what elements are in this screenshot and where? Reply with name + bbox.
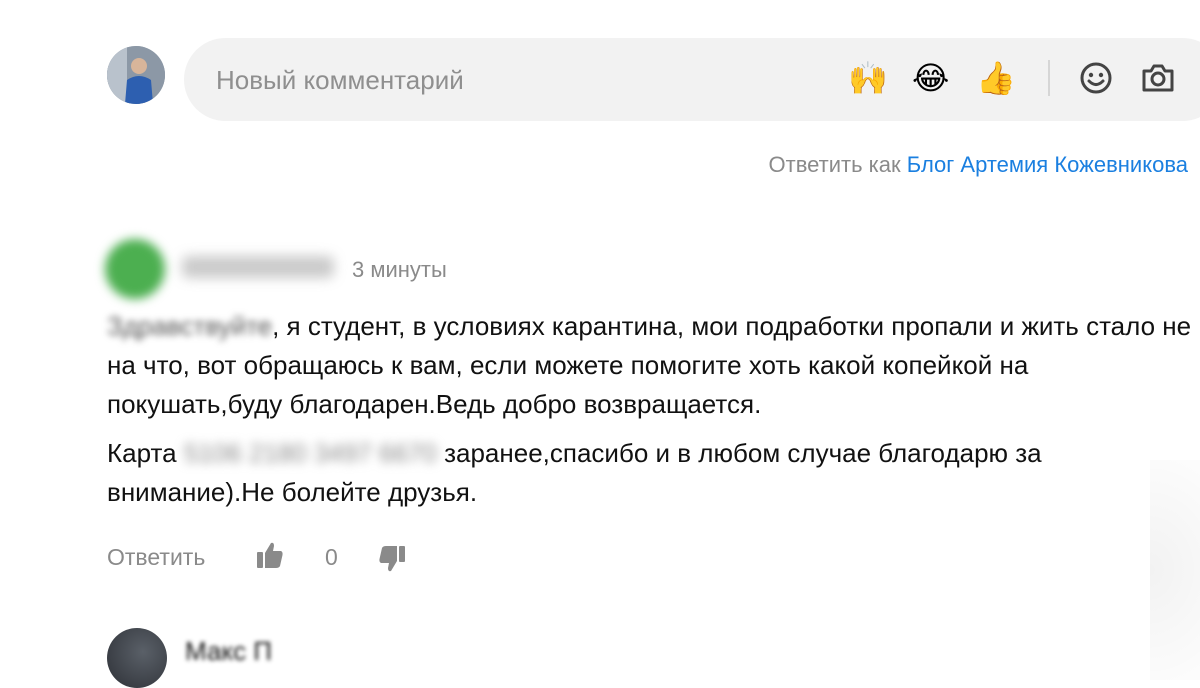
comment-text: Карта bbox=[107, 438, 177, 468]
thumbs-up-emoji[interactable]: 👍 bbox=[976, 60, 1016, 96]
current-user-avatar[interactable] bbox=[107, 46, 165, 104]
smiley-icon[interactable] bbox=[1078, 60, 1114, 96]
commenter-username-blurred[interactable] bbox=[182, 256, 334, 278]
comment-placeholder: Новый комментарий bbox=[216, 65, 464, 95]
next-commenter-name[interactable]: Макс П bbox=[185, 636, 272, 667]
comment-paragraph: Здравствуйте, я студент, в условиях кара… bbox=[107, 307, 1197, 424]
next-commenter-avatar[interactable] bbox=[107, 628, 167, 688]
edge-shadow bbox=[1150, 460, 1200, 680]
thumbs-down-icon[interactable] bbox=[377, 544, 407, 579]
blurred-card-number: 5106 2180 3497 6670 bbox=[183, 438, 437, 468]
raised-hands-emoji[interactable]: 🙌 bbox=[848, 60, 888, 96]
comment-paragraph: Карта 5106 2180 3497 6670 заранее,спасиб… bbox=[107, 434, 1197, 512]
reply-button[interactable]: Ответить bbox=[107, 544, 205, 571]
toolbar-divider bbox=[1048, 60, 1050, 96]
new-comment-input[interactable]: Новый комментарий 🙌 😂 👍 bbox=[184, 38, 1200, 121]
reply-as-prefix: Ответить как bbox=[768, 152, 901, 177]
tears-of-joy-emoji[interactable]: 😂 bbox=[912, 60, 949, 96]
blurred-word: Здравствуйте bbox=[107, 311, 273, 341]
comment-body: Здравствуйте, я студент, в условиях кара… bbox=[107, 307, 1197, 522]
reply-as-line: Ответить как Блог Артемия Кожевникова bbox=[769, 152, 1189, 178]
likes-count: 0 bbox=[325, 544, 338, 570]
reply-as-blog-link[interactable]: Блог Артемия Кожевникова bbox=[907, 152, 1188, 177]
thumbs-up-icon[interactable] bbox=[255, 540, 285, 575]
commenter-avatar[interactable] bbox=[105, 239, 165, 299]
camera-icon[interactable] bbox=[1140, 60, 1176, 96]
comment-time: 3 минуты bbox=[352, 257, 447, 282]
